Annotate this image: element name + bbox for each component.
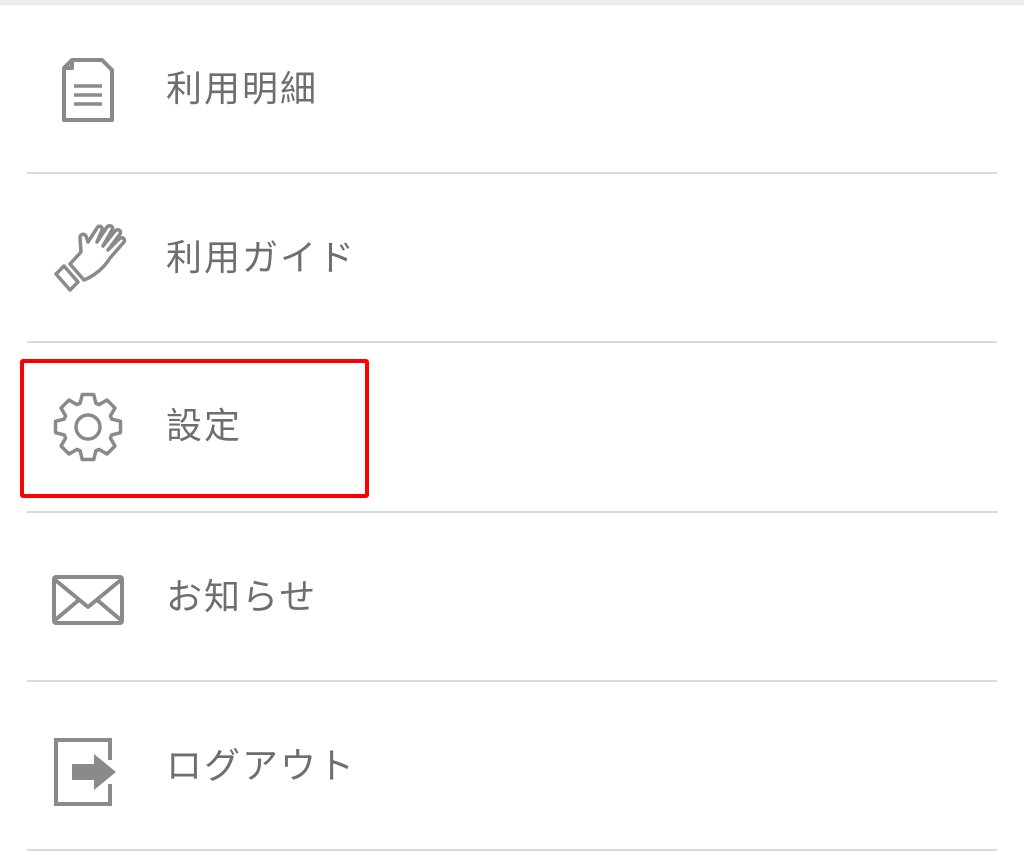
menu-item-guide[interactable]: 利用ガイド	[0, 174, 1024, 343]
side-menu: 利用明細 利用ガイド 設定 お知らせ ログアウト	[0, 5, 1024, 851]
menu-item-label: 利用明細	[166, 69, 319, 110]
menu-item-logout[interactable]: ログアウト	[0, 682, 1024, 851]
envelope-icon	[48, 557, 128, 637]
menu-item-settings[interactable]: 設定	[0, 343, 1024, 512]
menu-item-label: 利用ガイド	[166, 238, 357, 279]
logout-icon	[48, 732, 128, 812]
menu-item-label: 設定	[166, 406, 243, 447]
menu-item-label: お知らせ	[166, 577, 318, 618]
menu-item-notices[interactable]: お知らせ	[0, 513, 1024, 682]
gear-icon	[48, 387, 128, 467]
document-icon	[48, 50, 128, 130]
glove-icon	[48, 218, 128, 298]
menu-item-statement[interactable]: 利用明細	[0, 5, 1024, 174]
menu-item-label: ログアウト	[166, 746, 357, 787]
